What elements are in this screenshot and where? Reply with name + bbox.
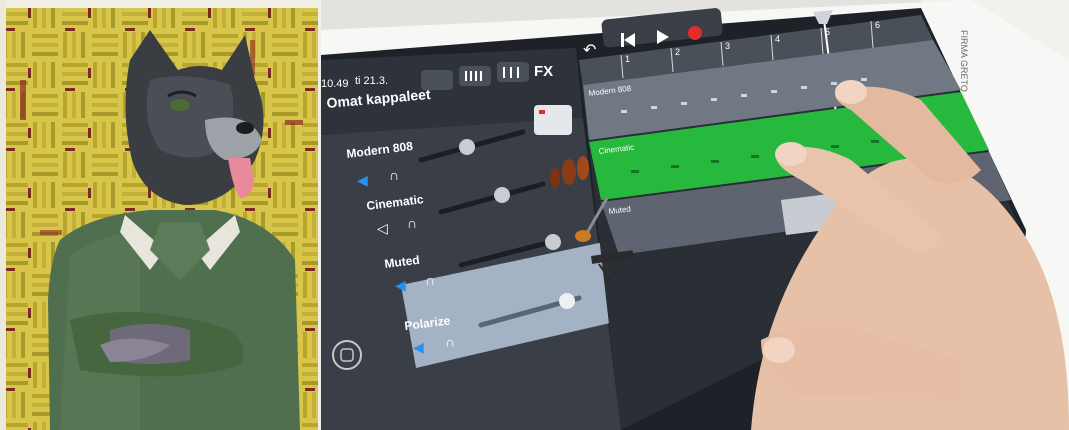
ruler-mark: 4 xyxy=(775,34,780,44)
volume-slider-thumb[interactable] xyxy=(494,187,510,203)
speaker-icon[interactable]: ◀ xyxy=(413,339,424,355)
mixer-button[interactable] xyxy=(497,62,529,82)
undo-icon[interactable]: ↶ xyxy=(583,42,596,59)
status-time: 10.49 xyxy=(321,78,349,90)
headphones-icon[interactable]: ∩ xyxy=(407,215,417,231)
fx-button[interactable]: FX xyxy=(534,63,553,80)
headphones-icon[interactable]: ∩ xyxy=(425,272,435,288)
drum-machine-icon xyxy=(534,105,572,135)
speaker-icon[interactable]: ◀ xyxy=(357,172,368,188)
ruler-mark: 5 xyxy=(825,27,830,37)
record-icon[interactable] xyxy=(688,26,702,40)
photo-cat-relief xyxy=(0,0,318,430)
headphones-icon[interactable]: ∩ xyxy=(389,167,399,183)
ruler-mark: 3 xyxy=(725,41,730,51)
photo-tablet-music-app: ↶ FX 10.49 ti 21.3. Omat kappaleet 1 2 3… xyxy=(321,0,1069,430)
volume-slider-thumb[interactable] xyxy=(459,139,475,155)
volume-slider-thumb[interactable] xyxy=(559,293,575,309)
tablet-scene: ↶ FX 10.49 ti 21.3. Omat kappaleet 1 2 3… xyxy=(321,0,1069,430)
ruler-mark: 2 xyxy=(675,47,680,57)
volume-slider-thumb[interactable] xyxy=(545,234,561,250)
ruler-mark: 1 xyxy=(625,54,630,64)
ruler-mark: 6 xyxy=(875,20,880,30)
case-label: FIRMA GRETO xyxy=(959,30,969,92)
speaker-icon[interactable]: ◀ xyxy=(395,277,406,293)
status-date: ti 21.3. xyxy=(355,75,388,87)
speaker-muted-icon[interactable]: ◁ xyxy=(377,220,388,236)
cat-relief-image xyxy=(0,0,318,430)
headphones-icon[interactable]: ∩ xyxy=(445,334,455,350)
